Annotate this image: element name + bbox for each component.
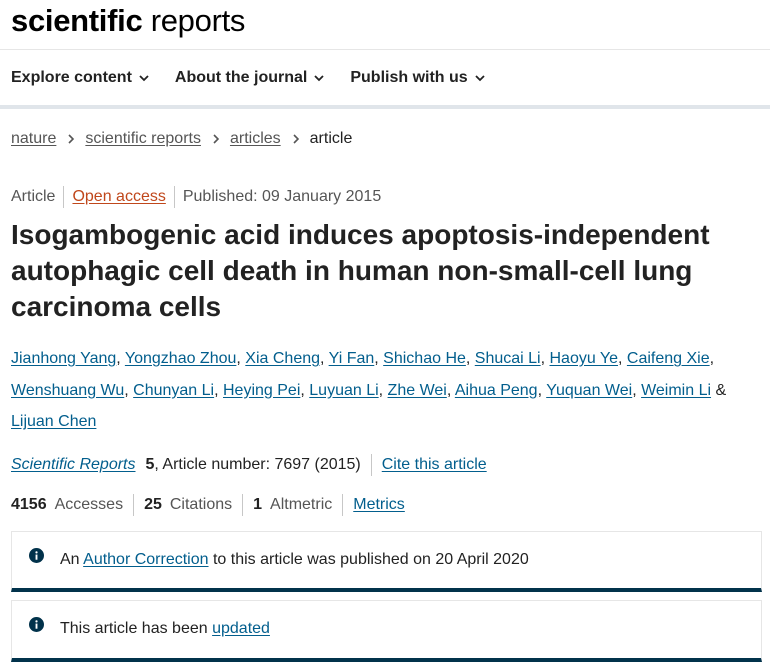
author-link[interactable]: Aihua Peng bbox=[455, 382, 538, 399]
author-list: Jianhong Yang, Yongzhao Zhou, Xia Cheng,… bbox=[11, 350, 727, 430]
notice-text: This article has been updated bbox=[60, 620, 270, 638]
author-link[interactable]: Yi Fan bbox=[329, 350, 375, 367]
author-link[interactable]: Yongzhao Zhou bbox=[125, 350, 237, 367]
chevron-down-icon bbox=[314, 75, 324, 82]
altmetric-label: Altmetric bbox=[270, 496, 333, 513]
metrics-bar: 4156 Accesses 25 Citations 1 Altmetric M… bbox=[11, 494, 405, 516]
nav-divider bbox=[0, 105, 770, 109]
article-number: , Article number: 7697 (2015) bbox=[154, 456, 361, 473]
author-link[interactable]: Wenshuang Wu bbox=[11, 382, 124, 399]
updated-link[interactable]: updated bbox=[212, 620, 270, 637]
chevron-right-icon bbox=[293, 134, 299, 144]
logo-regular-text: reports bbox=[150, 3, 246, 38]
chevron-right-icon bbox=[68, 134, 75, 144]
meta-divider bbox=[173, 186, 175, 208]
site-logo[interactable]: scientific reports bbox=[11, 2, 245, 40]
author-link[interactable]: Luyuan Li bbox=[309, 382, 378, 399]
cite-this-article-link[interactable]: Cite this article bbox=[382, 456, 487, 474]
meta-divider bbox=[63, 186, 65, 208]
header-divider bbox=[0, 49, 770, 50]
nav-label: Publish with us bbox=[350, 69, 468, 86]
accesses-label: Accesses bbox=[54, 496, 124, 513]
nav-publish-with-us[interactable]: Publish with us bbox=[350, 65, 485, 91]
nav-about-the-journal[interactable]: About the journal bbox=[175, 65, 324, 91]
author-link[interactable]: Haoyu Ye bbox=[550, 350, 619, 367]
author-correction-link[interactable]: Author Correction bbox=[83, 551, 208, 568]
author-link[interactable]: Zhe Wei bbox=[388, 382, 447, 399]
nav-explore-content[interactable]: Explore content bbox=[11, 65, 149, 91]
author-link[interactable]: Jianhong Yang bbox=[11, 350, 116, 367]
altmetric-count: 1 bbox=[253, 496, 263, 513]
author-link[interactable]: Shucai Li bbox=[475, 350, 541, 367]
open-access-link[interactable]: Open access bbox=[72, 188, 165, 206]
metrics-divider bbox=[133, 494, 135, 516]
author-link[interactable]: Weimin Li bbox=[641, 382, 711, 399]
volume-number: 5 bbox=[145, 456, 155, 473]
citation-divider bbox=[370, 454, 372, 476]
published-date: Published: 09 January 2015 bbox=[182, 188, 382, 205]
journal-link[interactable]: Scientific Reports bbox=[11, 456, 136, 474]
breadcrumb: nature scientific reports articles artic… bbox=[11, 130, 352, 148]
author-link[interactable]: Heying Pei bbox=[223, 382, 300, 399]
article-title: Isogambogenic acid induces apoptosis-ind… bbox=[11, 219, 710, 322]
author-link[interactable]: Shichao He bbox=[383, 350, 466, 367]
author-joiner: & bbox=[711, 381, 727, 399]
author-link[interactable]: Xia Cheng bbox=[245, 350, 320, 367]
breadcrumb-link-scientific-reports[interactable]: scientific reports bbox=[85, 130, 201, 148]
notice-prefix: An bbox=[60, 551, 80, 568]
metrics-divider bbox=[342, 494, 344, 516]
article-type: Article bbox=[11, 188, 56, 205]
author-link[interactable]: Chunyan Li bbox=[133, 382, 214, 399]
accesses-count: 4156 bbox=[11, 496, 47, 513]
citations-label: Citations bbox=[169, 496, 233, 513]
logo-bold-text: scientific bbox=[11, 3, 143, 38]
article-updated-notice: This article has been updated bbox=[11, 600, 762, 662]
main-nav: Explore content About the journal Publis… bbox=[11, 65, 511, 91]
chevron-down-icon bbox=[475, 75, 485, 82]
notice-text: An Author Correction to this article was… bbox=[60, 551, 529, 569]
citations-count: 25 bbox=[144, 496, 162, 513]
notice-prefix: This article has been bbox=[60, 620, 208, 637]
info-icon bbox=[29, 548, 44, 563]
author-link[interactable]: Caifeng Xie bbox=[627, 350, 710, 367]
chevron-right-icon bbox=[213, 134, 220, 144]
nav-label: About the journal bbox=[174, 69, 308, 86]
chevron-down-icon bbox=[139, 75, 149, 82]
info-icon bbox=[29, 617, 44, 632]
breadcrumb-link-nature[interactable]: nature bbox=[11, 130, 56, 148]
citation-line: Scientific Reports 5 , Article number: 7… bbox=[11, 454, 487, 476]
article-meta: Article Open access Published: 09 Januar… bbox=[11, 186, 381, 208]
metrics-divider bbox=[242, 494, 244, 516]
breadcrumb-link-articles[interactable]: articles bbox=[230, 130, 281, 148]
nav-label: Explore content bbox=[11, 69, 132, 86]
author-link[interactable]: Yuquan Wei bbox=[546, 382, 632, 399]
author-correction-notice: An Author Correction to this article was… bbox=[11, 531, 762, 592]
metrics-link[interactable]: Metrics bbox=[353, 496, 405, 514]
notice-suffix: to this article was published on 20 Apri… bbox=[212, 551, 529, 568]
breadcrumb-current: article bbox=[309, 130, 353, 147]
author-link[interactable]: Lijuan Chen bbox=[11, 413, 96, 430]
